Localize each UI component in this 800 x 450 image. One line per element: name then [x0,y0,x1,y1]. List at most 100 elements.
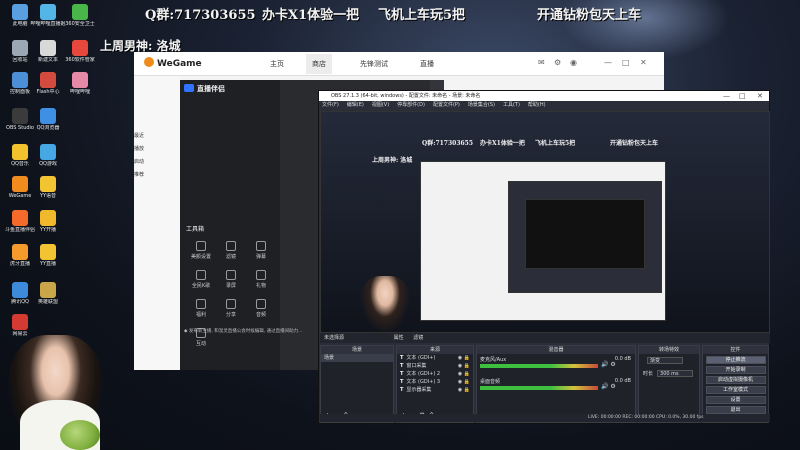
transition-type-select[interactable]: 渐变 [647,357,683,364]
mixer-track: 麦克风/Aux 0.0 dB 🔊 ⚙ [477,354,635,376]
gear-icon[interactable]: ⚙ [554,58,561,67]
obs-menu-item[interactable]: 编辑(E) [347,102,364,108]
desktop-icon[interactable]: 360软件管家 [62,40,98,63]
close-icon[interactable]: ✕ [640,58,647,67]
source-item[interactable]: 文本 (GDI+) 3 ◉ 🔒 [397,378,473,386]
desktop-icon[interactable]: YY开播 [30,210,66,233]
wegame-side-item[interactable]: 推荐 [134,171,158,178]
toolbox-item[interactable]: 音频 [246,299,276,318]
wegame-topbar: WeGame 主页 商店 先锋测试 直播 ✉ ⚙ ◉ — □ ✕ [134,52,664,76]
wallpaper-msg1: 办卡X1体验一把 [262,8,360,23]
minimize-icon[interactable]: — [604,58,612,67]
app-icon [40,40,56,56]
control-button[interactable]: 设置 [705,396,766,404]
desktop-icon-label: 哔哩哔哩 [69,89,90,95]
toolbox-item[interactable]: 录屏 [216,270,246,289]
toolbox-item[interactable]: 全民K歌 [186,270,216,289]
app-icon [40,4,56,20]
visibility-lock-icon[interactable]: ◉ 🔒 [458,362,470,370]
app-icon [12,144,28,160]
desktop-icon[interactable]: 哔哩哔哩直播姬 [30,4,66,27]
desktop-icon[interactable]: YY直播 [30,244,66,267]
tool-label: 滤镜 [225,254,236,260]
control-button[interactable]: 工作室模式 [705,386,766,394]
duration-input[interactable]: 300 ms [657,370,694,377]
avatar[interactable]: ◉ [570,58,577,67]
source-item[interactable]: 窗口采集 ◉ 🔒 [397,362,473,370]
desktop-icon[interactable]: 英雄联盟 [30,282,66,305]
obs-menu-item[interactable]: 文件(F) [322,102,339,108]
scene-item[interactable]: 场景 [321,354,393,362]
desktop-icon[interactable]: 新建文本 [30,40,66,63]
source-item[interactable]: 文本 (GDI+) ◉ 🔒 [397,354,473,362]
obs-menu-item[interactable]: 停靠部件(D) [397,102,425,108]
desktop-icon-label: YY开播 [39,227,57,233]
desktop-icon-label: 哔哩哔哩直播姬 [30,21,66,27]
desktop-icon[interactable]: Flash中心 [30,72,66,95]
obs-preview[interactable]: Q群:717303655 办卡X1体验一把 飞机上车玩5把 开通钻粉包天上车 上… [320,111,770,333]
maximize-icon[interactable]: □ [622,58,630,67]
wegame-tab-home[interactable]: 主页 [264,54,290,74]
obs-menu-item[interactable]: 配置文件(P) [433,102,460,108]
source-name: 窗口采集 [406,363,427,369]
desktop-icon[interactable]: YY语音 [30,176,66,199]
visibility-lock-icon[interactable]: ◉ 🔒 [458,386,470,394]
wegame-logo: WeGame [144,57,202,69]
desktop-icon[interactable]: QQ浏览器 [30,108,66,131]
tool-label: 美颜设置 [190,254,211,260]
filters-button[interactable]: 滤镜 [413,335,423,341]
toolbox-item[interactable]: 礼物 [246,270,276,289]
obs-minimize-icon[interactable]: — [723,91,730,101]
obs-menu-item[interactable]: 工具(T) [503,102,520,108]
desktop-icon[interactable]: 哔哩哔哩 [62,72,98,95]
tool-label: 全民K歌 [191,283,211,289]
wegame-tab-pioneer[interactable]: 先锋测试 [354,54,394,74]
app-icon [40,282,56,298]
obs-maximize-icon[interactable]: □ [739,91,746,101]
tool-label: 互动 [195,341,206,347]
toolbox-item[interactable]: 滤镜 [216,241,246,260]
visibility-lock-icon[interactable]: ◉ 🔒 [458,354,470,362]
volume-meter[interactable] [480,386,598,390]
toolbox-title: 工具箱 [186,226,205,233]
control-button[interactable]: 停止推流 [705,356,766,364]
toolbox-item[interactable]: 分享 [216,299,246,318]
visibility-lock-icon[interactable]: ◉ 🔒 [458,370,470,378]
obs-close-icon[interactable]: ✕ [757,91,763,101]
scenes-dock-title: 场景 [321,346,393,354]
wegame-tab-store[interactable]: 商店 [306,54,332,74]
control-button[interactable]: 开始录制 [705,366,766,374]
app-icon [12,108,28,124]
wegame-side-item[interactable]: 播放 [134,145,158,152]
obs-menu-item[interactable]: 场景集合(S) [468,102,495,108]
app-icon [12,72,28,88]
toolbox-item[interactable]: 弹幕 [246,241,276,260]
toolbox-item[interactable]: 美颜设置 [186,241,216,260]
transition-type[interactable]: 渐变 [639,354,699,367]
obs-menu-item[interactable]: 视图(V) [372,102,389,108]
desktop-icon[interactable]: 360安全卫士 [62,4,98,27]
control-button[interactable]: 启动虚拟摄像机 [705,376,766,384]
toolbox-item[interactable]: 福利 [186,299,216,318]
control-button[interactable]: 退出 [705,406,766,414]
wegame-tab-live[interactable]: 直播 [414,54,440,74]
source-name: 文本 (GDI+) 3 [406,379,441,385]
speaker-icon[interactable]: 🔊 ⚙ [601,383,616,390]
speaker-icon[interactable]: 🔊 ⚙ [601,361,616,368]
mixer-track: 桌面音频 0.0 dB 🔊 ⚙ [477,376,635,398]
desktop-icon[interactable]: QQ游戏 [30,144,66,167]
duration-label: 时长 [643,371,654,377]
preview-msg2: 飞机上车玩5把 [535,140,576,147]
app-icon [12,176,28,192]
volume-meter[interactable] [480,364,598,368]
wegame-side-item[interactable]: 最近 [134,132,158,139]
source-item[interactable]: 文本 (GDI+) 2 ◉ 🔒 [397,370,473,378]
visibility-lock-icon[interactable]: ◉ 🔒 [458,378,470,386]
sources-dock-title: 来源 [397,346,473,354]
obs-menu-item[interactable]: 帮助(H) [528,102,546,108]
properties-button[interactable]: 属性 [394,335,404,341]
wegame-side-item[interactable]: 启动 [134,158,158,165]
mail-icon[interactable]: ✉ [538,58,545,67]
source-item[interactable]: 显示器采集 ◉ 🔒 [397,386,473,394]
wegame-notice: ◆ 发布新主播, 和温灵直播公会时候编辑, 通过直播间助力... [184,329,303,334]
